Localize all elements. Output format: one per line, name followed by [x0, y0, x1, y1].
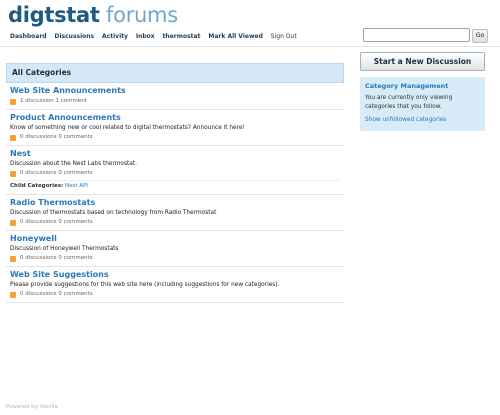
sidebar: Start a New Discussion Category Manageme…: [360, 52, 485, 131]
category-title[interactable]: Web Site Announcements: [10, 85, 340, 97]
page-title: All Categories: [6, 63, 344, 83]
child-categories-label: Child Categories:: [10, 183, 64, 189]
category-title[interactable]: Web Site Suggestions: [10, 269, 340, 281]
show-unfollowed-link[interactable]: Show unfollowed categories: [365, 116, 480, 125]
box-text: You are currently only viewing categorie…: [365, 95, 453, 110]
category-meta: 0 discussions 0 comments: [10, 290, 340, 299]
child-category-link[interactable]: Nest API: [65, 183, 88, 189]
category-description: Discussion of thermostats based on techn…: [10, 210, 217, 216]
category-counts: 0 discussions 0 comments: [20, 255, 93, 261]
category-counts: 1 discussion 1 comment: [20, 98, 87, 104]
rss-icon[interactable]: [10, 98, 16, 105]
search-input[interactable]: [363, 28, 470, 42]
category-meta: 0 discussions 0 comments: [10, 254, 340, 263]
logo-text-secondary: forums: [106, 3, 178, 27]
nav-sign-out[interactable]: Sign Out: [271, 33, 297, 40]
category-description: Please provide suggestions for this web …: [10, 282, 280, 288]
category-description: Discussion of Honeywell Thermostats: [10, 246, 119, 252]
category-item: Nest Discussion about the Nest Labs ther…: [6, 146, 344, 195]
category-management-box: Category Management You are currently on…: [360, 77, 485, 131]
site-logo[interactable]: digtstat forums: [8, 2, 178, 28]
category-item: Radio Thermostats Discussion of thermost…: [6, 195, 344, 231]
rss-icon[interactable]: [10, 134, 16, 141]
category-counts: 0 discussions 0 comments: [20, 291, 93, 297]
rss-icon[interactable]: [10, 219, 16, 226]
category-item: Product Announcements Know of something …: [6, 110, 344, 146]
box-title: Category Management: [365, 82, 449, 90]
category-item: Honeywell Discussion of Honeywell Thermo…: [6, 231, 344, 267]
logo-text-primary: digtstat: [8, 3, 100, 27]
category-meta: 0 discussions 0 comments: [10, 169, 340, 178]
rss-icon[interactable]: [10, 255, 16, 262]
category-title[interactable]: Nest: [10, 148, 340, 160]
category-item: Web Site Suggestions Please provide sugg…: [6, 267, 344, 303]
nav-activity[interactable]: Activity: [102, 33, 128, 40]
child-categories: Child Categories: Nest API: [10, 180, 340, 191]
category-counts: 0 discussions 0 comments: [20, 134, 93, 140]
nav-dashboard[interactable]: Dashboard: [10, 33, 47, 40]
category-list: All Categories Web Site Announcements 1 …: [6, 63, 344, 303]
category-title[interactable]: Honeywell: [10, 233, 340, 245]
category-meta: 0 discussions 0 comments: [10, 218, 340, 227]
category-counts: 0 discussions 0 comments: [20, 219, 93, 225]
category-description: Know of something new or cool related to…: [10, 125, 245, 131]
start-discussion-button[interactable]: Start a New Discussion: [360, 52, 485, 71]
category-description: Discussion about the Nest Labs thermosta…: [10, 161, 137, 167]
category-item: Web Site Announcements 1 discussion 1 co…: [6, 83, 344, 110]
search-go-button[interactable]: Go: [472, 29, 488, 43]
header-divider: [0, 46, 500, 47]
category-counts: 0 discussions 0 comments: [20, 170, 93, 176]
category-title[interactable]: Product Announcements: [10, 112, 340, 124]
nav-mark-all-viewed[interactable]: Mark All Viewed: [208, 33, 262, 40]
powered-by-footer[interactable]: Powered by Vanilla: [6, 404, 58, 410]
nav-inbox[interactable]: Inbox: [136, 33, 155, 40]
rss-icon[interactable]: [10, 170, 16, 177]
category-title[interactable]: Radio Thermostats: [10, 197, 340, 209]
rss-icon[interactable]: [10, 291, 16, 298]
category-meta: 1 discussion 1 comment: [10, 97, 340, 106]
nav-discussions[interactable]: Discussions: [55, 33, 95, 40]
nav-profile[interactable]: thermostat: [163, 33, 201, 40]
main-nav: Dashboard Discussions Activity Inbox the…: [10, 33, 303, 40]
category-meta: 0 discussions 0 comments: [10, 133, 340, 142]
